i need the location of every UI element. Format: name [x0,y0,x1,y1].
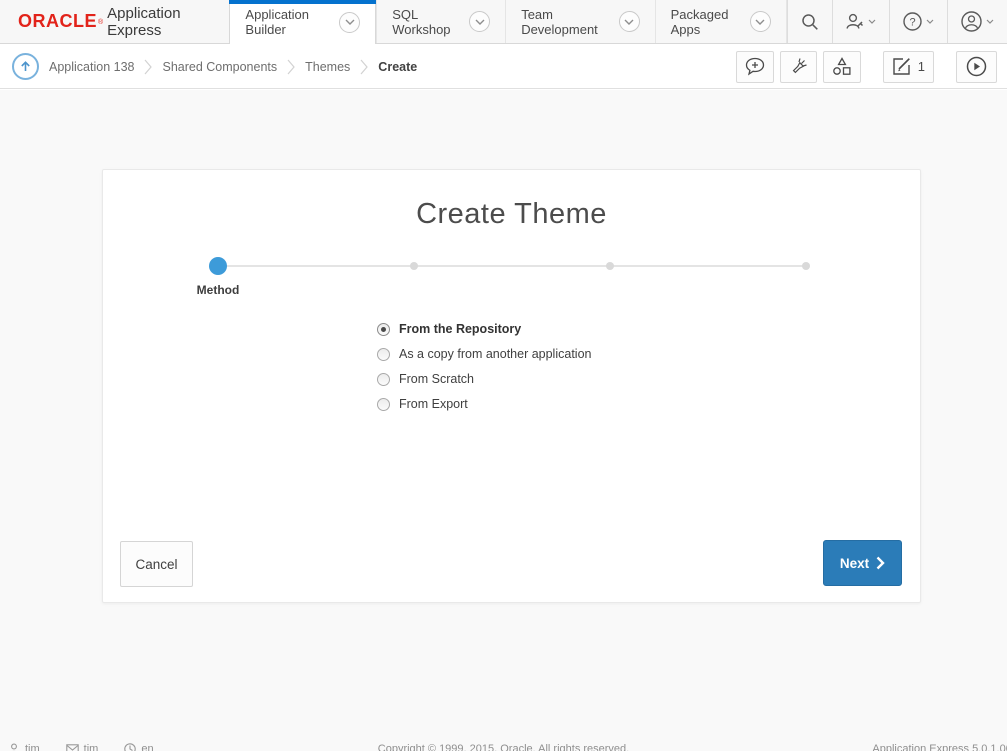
account-icon[interactable] [948,0,1007,43]
breadcrumb-application[interactable]: Application 138 [49,60,134,74]
tab-label: Team Development [521,7,609,37]
breadcrumb: Application 138 Shared Components Themes… [49,59,417,75]
footer-version: Application Express 5.0.1.00.0 [872,743,1007,751]
chevron-down-icon[interactable] [339,12,360,33]
chevron-down-icon[interactable] [619,11,640,32]
wizard-step-dot [802,262,810,270]
footer-workspace: tim [66,743,99,751]
wizard-step-dot-active [209,257,227,275]
main-tabs: Application Builder SQL Workshop Team De… [229,0,787,43]
wizard-progress-bar: Method [218,265,806,267]
oracle-logo[interactable]: ORACLE ® Application Express [0,0,229,43]
radio-button-icon[interactable] [377,373,390,386]
header-utility-icons: ? [787,0,1007,43]
administration-icon[interactable] [833,0,889,43]
footer-user-label: tim [25,743,40,751]
top-navigation-bar: ORACLE ® Application Express Application… [0,0,1007,44]
radio-button-icon[interactable] [377,348,390,361]
chevron-down-icon [926,19,934,24]
wizard-step-dot [410,262,418,270]
create-theme-wizard-card: Create Theme Method From the Repository … [102,169,921,603]
search-icon[interactable] [788,0,832,43]
radio-option-label: From Export [399,397,468,411]
method-radio-group: From the Repository As a copy from anoth… [377,322,591,422]
spotlight-search-icon[interactable] [780,51,817,83]
breadcrumb-themes[interactable]: Themes [305,60,350,74]
radio-option-label: As a copy from another application [399,347,591,361]
tab-application-builder[interactable]: Application Builder [229,0,376,44]
wizard-step-label: Method [178,283,258,297]
tab-team-development[interactable]: Team Development [505,0,654,43]
chevron-right-icon [144,59,152,75]
help-icon[interactable]: ? [890,0,947,43]
chevron-right-icon [287,59,295,75]
radio-option-label: From the Repository [399,322,521,336]
radio-option-from-scratch[interactable]: From Scratch [377,372,591,386]
shared-components-icon[interactable] [823,51,861,83]
breadcrumb-shared-components[interactable]: Shared Components [162,60,277,74]
tab-packaged-apps[interactable]: Packaged Apps [655,0,787,43]
chevron-down-icon[interactable] [750,11,771,32]
chevron-down-icon[interactable] [469,11,490,32]
footer-workspace-label: tim [84,743,99,751]
footer-language: en [124,743,153,751]
radio-option-from-repository[interactable]: From the Repository [377,322,591,336]
tab-label: Packaged Apps [671,7,741,37]
product-name-text: Application Express [107,5,209,39]
chevron-down-icon [986,19,994,24]
cancel-button[interactable]: Cancel [120,541,193,587]
radio-option-from-export[interactable]: From Export [377,397,591,411]
up-level-icon[interactable] [12,53,39,80]
edit-page-button[interactable]: 1 [883,51,934,83]
tab-label: Application Builder [245,7,330,37]
chevron-right-icon [876,556,885,570]
footer-user: tim [8,743,40,751]
run-page-icon[interactable] [956,51,997,83]
breadcrumb-create: Create [378,60,417,74]
wizard-step-dot [606,262,614,270]
page-toolbar: 1 [736,51,997,83]
radio-button-icon[interactable] [377,398,390,411]
page-title: Create Theme [103,198,920,231]
chevron-down-icon [868,19,876,24]
footer-copyright: Copyright © 1999, 2015, Oracle. All righ… [378,743,629,751]
chevron-right-icon [360,59,368,75]
main-content: Create Theme Method From the Repository … [0,90,1007,751]
svg-text:?: ? [909,17,915,29]
oracle-brand-text: ORACLE [18,11,97,32]
tab-sql-workshop[interactable]: SQL Workshop [376,0,505,43]
feedback-icon[interactable] [736,51,774,83]
next-button[interactable]: Next [823,540,902,586]
tab-label: SQL Workshop [392,7,460,37]
breadcrumb-bar: Application 138 Shared Components Themes… [0,45,1007,89]
radio-option-label: From Scratch [399,372,474,386]
radio-button-icon[interactable] [377,323,390,336]
edit-page-icon [892,57,911,76]
edit-page-number: 1 [918,59,925,74]
registered-mark: ® [98,19,103,26]
footer-language-label: en [141,743,153,751]
radio-option-copy-from-application[interactable]: As a copy from another application [377,347,591,361]
next-button-label: Next [840,556,869,571]
page-footer: tim tim en Copyright © 1999, 2015, Oracl… [0,740,1007,751]
